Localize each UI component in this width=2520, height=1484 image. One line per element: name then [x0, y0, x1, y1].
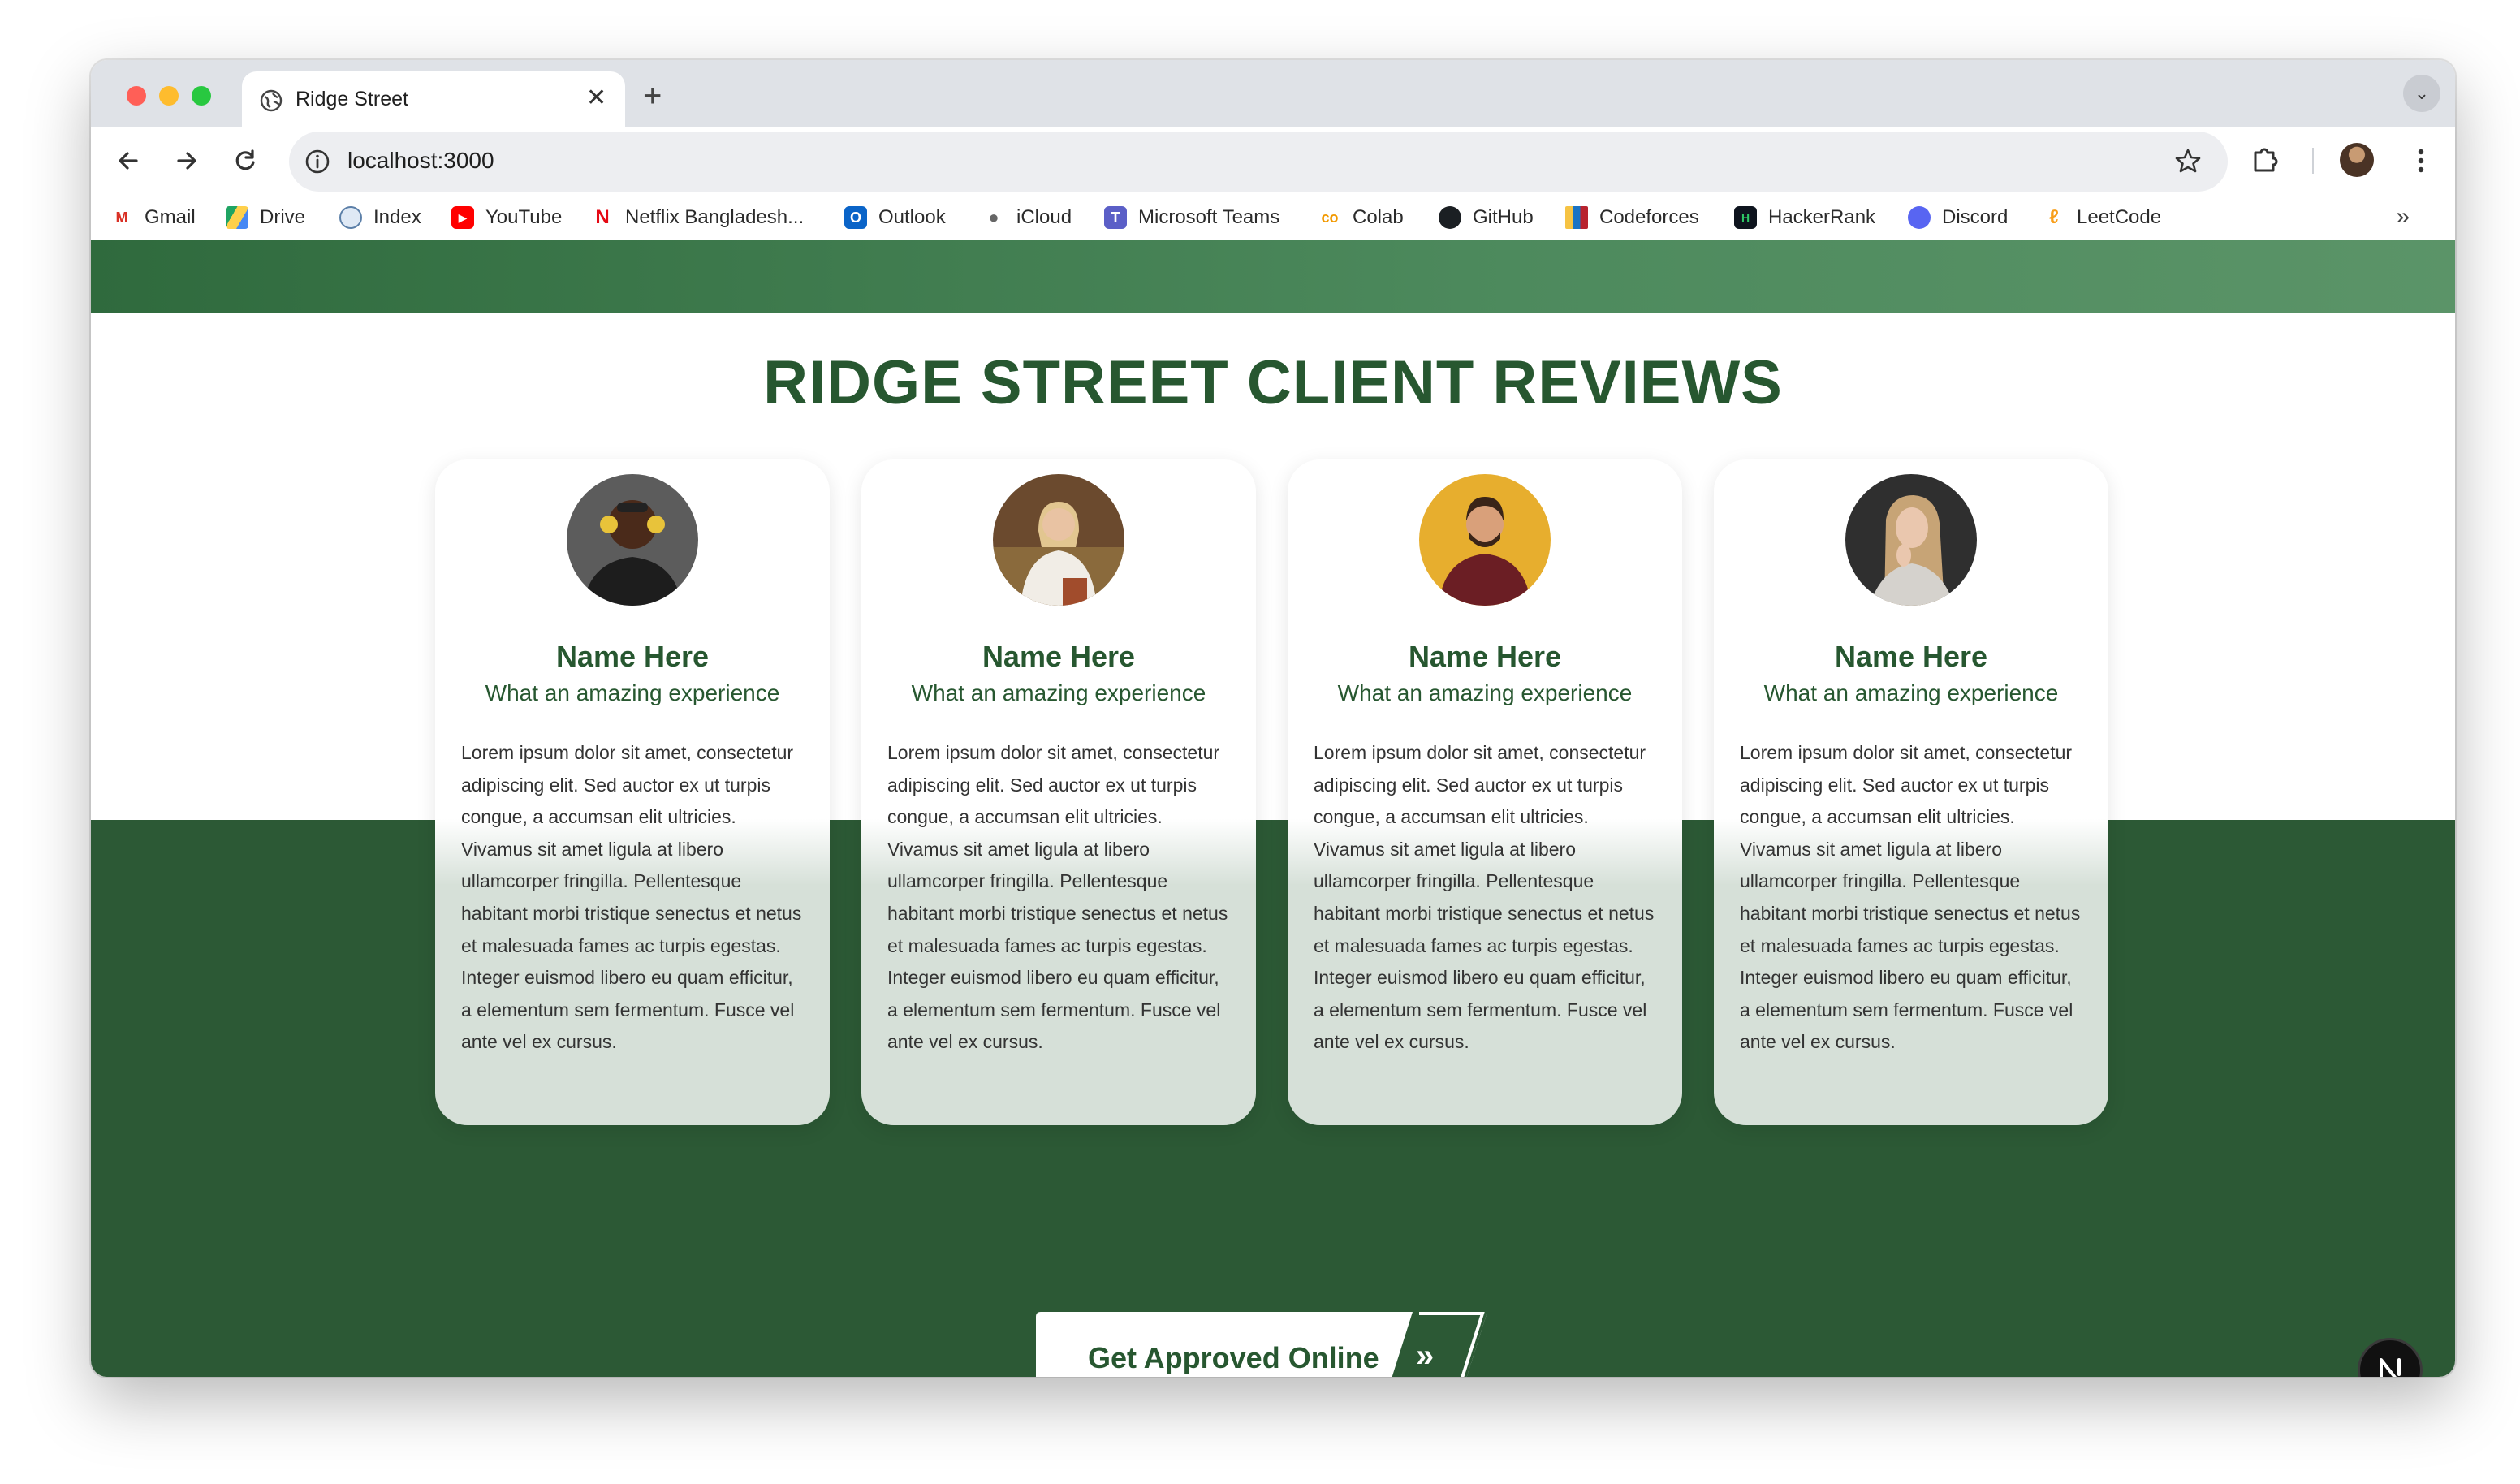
- bookmark-discord[interactable]: Discord: [1908, 203, 2008, 232]
- bookmark-outlook[interactable]: O Outlook: [844, 203, 946, 232]
- bookmark-icloud[interactable]: ● iCloud: [982, 203, 1072, 232]
- maximize-window-button[interactable]: [192, 86, 211, 106]
- hackerrank-icon: H: [1734, 206, 1757, 229]
- header-band: [91, 240, 2455, 313]
- tab-strip: Ridge Street ✕ + ⌄: [91, 60, 2455, 127]
- bookmark-microsoft-teams[interactable]: T Microsoft Teams: [1104, 203, 1279, 232]
- bookmark-youtube[interactable]: ▶ YouTube: [451, 203, 562, 232]
- drive-icon: [226, 206, 248, 229]
- bookmark-label: Index: [373, 206, 421, 228]
- minimize-window-button[interactable]: [159, 86, 179, 106]
- double-chevron-right-icon: »: [1416, 1338, 1435, 1374]
- bookmark-label: Netflix Bangladesh...: [625, 206, 805, 228]
- gmail-icon: M: [110, 206, 133, 229]
- review-card: Name Here What an amazing experience Lor…: [1288, 459, 1682, 1125]
- outlook-icon: O: [844, 206, 867, 229]
- page-viewport: RIDGE STREET CLIENT REVIEWS Name Here Wh…: [91, 240, 2455, 1377]
- reviewer-name: Name Here: [1408, 640, 1562, 673]
- bookmark-label: HackerRank: [1768, 206, 1876, 228]
- bookmark-label: Gmail: [145, 206, 196, 228]
- review-tagline: What an amazing experience: [485, 680, 780, 705]
- section-title: RIDGE STREET CLIENT REVIEWS: [763, 348, 1783, 417]
- close-window-button[interactable]: [127, 86, 146, 106]
- site-info-icon[interactable]: [304, 148, 331, 175]
- bookmark-label: iCloud: [1016, 206, 1072, 228]
- tab-title: Ridge Street: [296, 88, 408, 110]
- back-arrow-icon[interactable]: [110, 143, 146, 179]
- bookmarks-bar: M Gmail Drive Index ▶ YouTube N Netflix …: [91, 195, 2455, 240]
- globe-icon: [260, 89, 283, 112]
- icloud-icon: ●: [982, 206, 1005, 229]
- review-card: Name Here What an amazing experience Lor…: [861, 459, 1256, 1125]
- bookmark-label: Outlook: [878, 206, 946, 228]
- reviewer-name: Name Here: [982, 640, 1136, 673]
- extensions-puzzle-icon[interactable]: [2247, 141, 2285, 179]
- reviewer-avatar: [993, 474, 1124, 606]
- forward-arrow-icon[interactable]: [169, 143, 205, 179]
- colab-icon: co: [1318, 206, 1341, 229]
- reviewer-name: Name Here: [1834, 640, 1988, 673]
- bookmark-label: Discord: [1942, 206, 2009, 228]
- bookmark-leetcode[interactable]: ℓ LeetCode: [2043, 203, 2161, 232]
- bookmark-label: GitHub: [1473, 206, 1534, 228]
- bookmark-colab[interactable]: co Colab: [1318, 203, 1404, 232]
- reviewer-avatar: [567, 474, 698, 606]
- bookmark-hackerrank[interactable]: H HackerRank: [1734, 203, 1875, 232]
- review-tagline: What an amazing experience: [1337, 680, 1633, 705]
- cta-label: Get Approved Online: [1088, 1341, 1379, 1374]
- bookmark-netflix[interactable]: N Netflix Bangladesh...: [591, 203, 804, 232]
- nextjs-logo-icon: [2380, 1358, 2401, 1377]
- bookmark-github[interactable]: GitHub: [1439, 203, 1534, 232]
- reviewer-avatar: [1845, 474, 1977, 606]
- reload-icon[interactable]: [227, 143, 263, 179]
- youtube-icon: ▶: [451, 206, 474, 229]
- bookmark-label: Drive: [260, 206, 306, 228]
- bookmark-drive[interactable]: Drive: [226, 203, 305, 232]
- browser-window: Ridge Street ✕ + ⌄ localhost:3000 M Gmai…: [91, 60, 2455, 1377]
- more-bookmarks-chevron-icon[interactable]: »: [2396, 203, 2410, 231]
- new-tab-icon[interactable]: +: [643, 80, 662, 112]
- review-text: Lorem ipsum dolor sit amet, consectetur …: [1314, 742, 1655, 1053]
- address-bar[interactable]: localhost:3000: [289, 132, 2228, 192]
- review-tagline: What an amazing experience: [1763, 680, 2059, 705]
- discord-icon: [1908, 206, 1931, 229]
- teams-icon: T: [1104, 206, 1127, 229]
- bookmark-gmail[interactable]: M Gmail: [110, 203, 196, 232]
- reviewer-avatar: [1419, 474, 1551, 606]
- bookmark-index[interactable]: Index: [339, 203, 421, 232]
- netflix-icon: N: [591, 206, 614, 229]
- review-tagline: What an amazing experience: [911, 680, 1206, 705]
- tab-ridge-street[interactable]: Ridge Street ✕: [242, 71, 625, 127]
- github-icon: [1439, 206, 1461, 229]
- review-text: Lorem ipsum dolor sit amet, consectetur …: [887, 742, 1228, 1053]
- bookmark-label: Codeforces: [1599, 206, 1699, 228]
- bookmark-codeforces[interactable]: Codeforces: [1565, 203, 1699, 232]
- leetcode-icon: ℓ: [2043, 206, 2065, 229]
- index-icon: [339, 206, 362, 229]
- url-text: localhost:3000: [347, 148, 494, 173]
- bookmark-label: Microsoft Teams: [1138, 206, 1280, 228]
- bookmark-star-icon[interactable]: [2173, 146, 2203, 177]
- toolbar-divider: [2312, 148, 2314, 174]
- close-tab-icon[interactable]: ✕: [586, 86, 606, 110]
- browser-toolbar: localhost:3000: [91, 127, 2455, 195]
- nextjs-dev-badge[interactable]: [2358, 1338, 2423, 1377]
- tab-search-chevron-icon[interactable]: ⌄: [2403, 75, 2440, 112]
- review-card: Name Here What an amazing experience Lor…: [435, 459, 830, 1125]
- review-card: Name Here What an amazing experience Lor…: [1714, 459, 2108, 1125]
- codeforces-icon: [1565, 206, 1588, 229]
- get-approved-button[interactable]: Get Approved Online »: [1034, 1310, 1491, 1377]
- review-text: Lorem ipsum dolor sit amet, consectetur …: [1740, 742, 2081, 1053]
- reviewer-name: Name Here: [555, 640, 710, 673]
- review-text: Lorem ipsum dolor sit amet, consectetur …: [461, 742, 802, 1053]
- bookmark-label: Colab: [1353, 206, 1404, 228]
- profile-avatar[interactable]: [2340, 143, 2374, 177]
- bookmark-label: LeetCode: [2077, 206, 2162, 228]
- bookmark-label: YouTube: [485, 206, 563, 228]
- menu-kebab-icon[interactable]: [2403, 143, 2439, 179]
